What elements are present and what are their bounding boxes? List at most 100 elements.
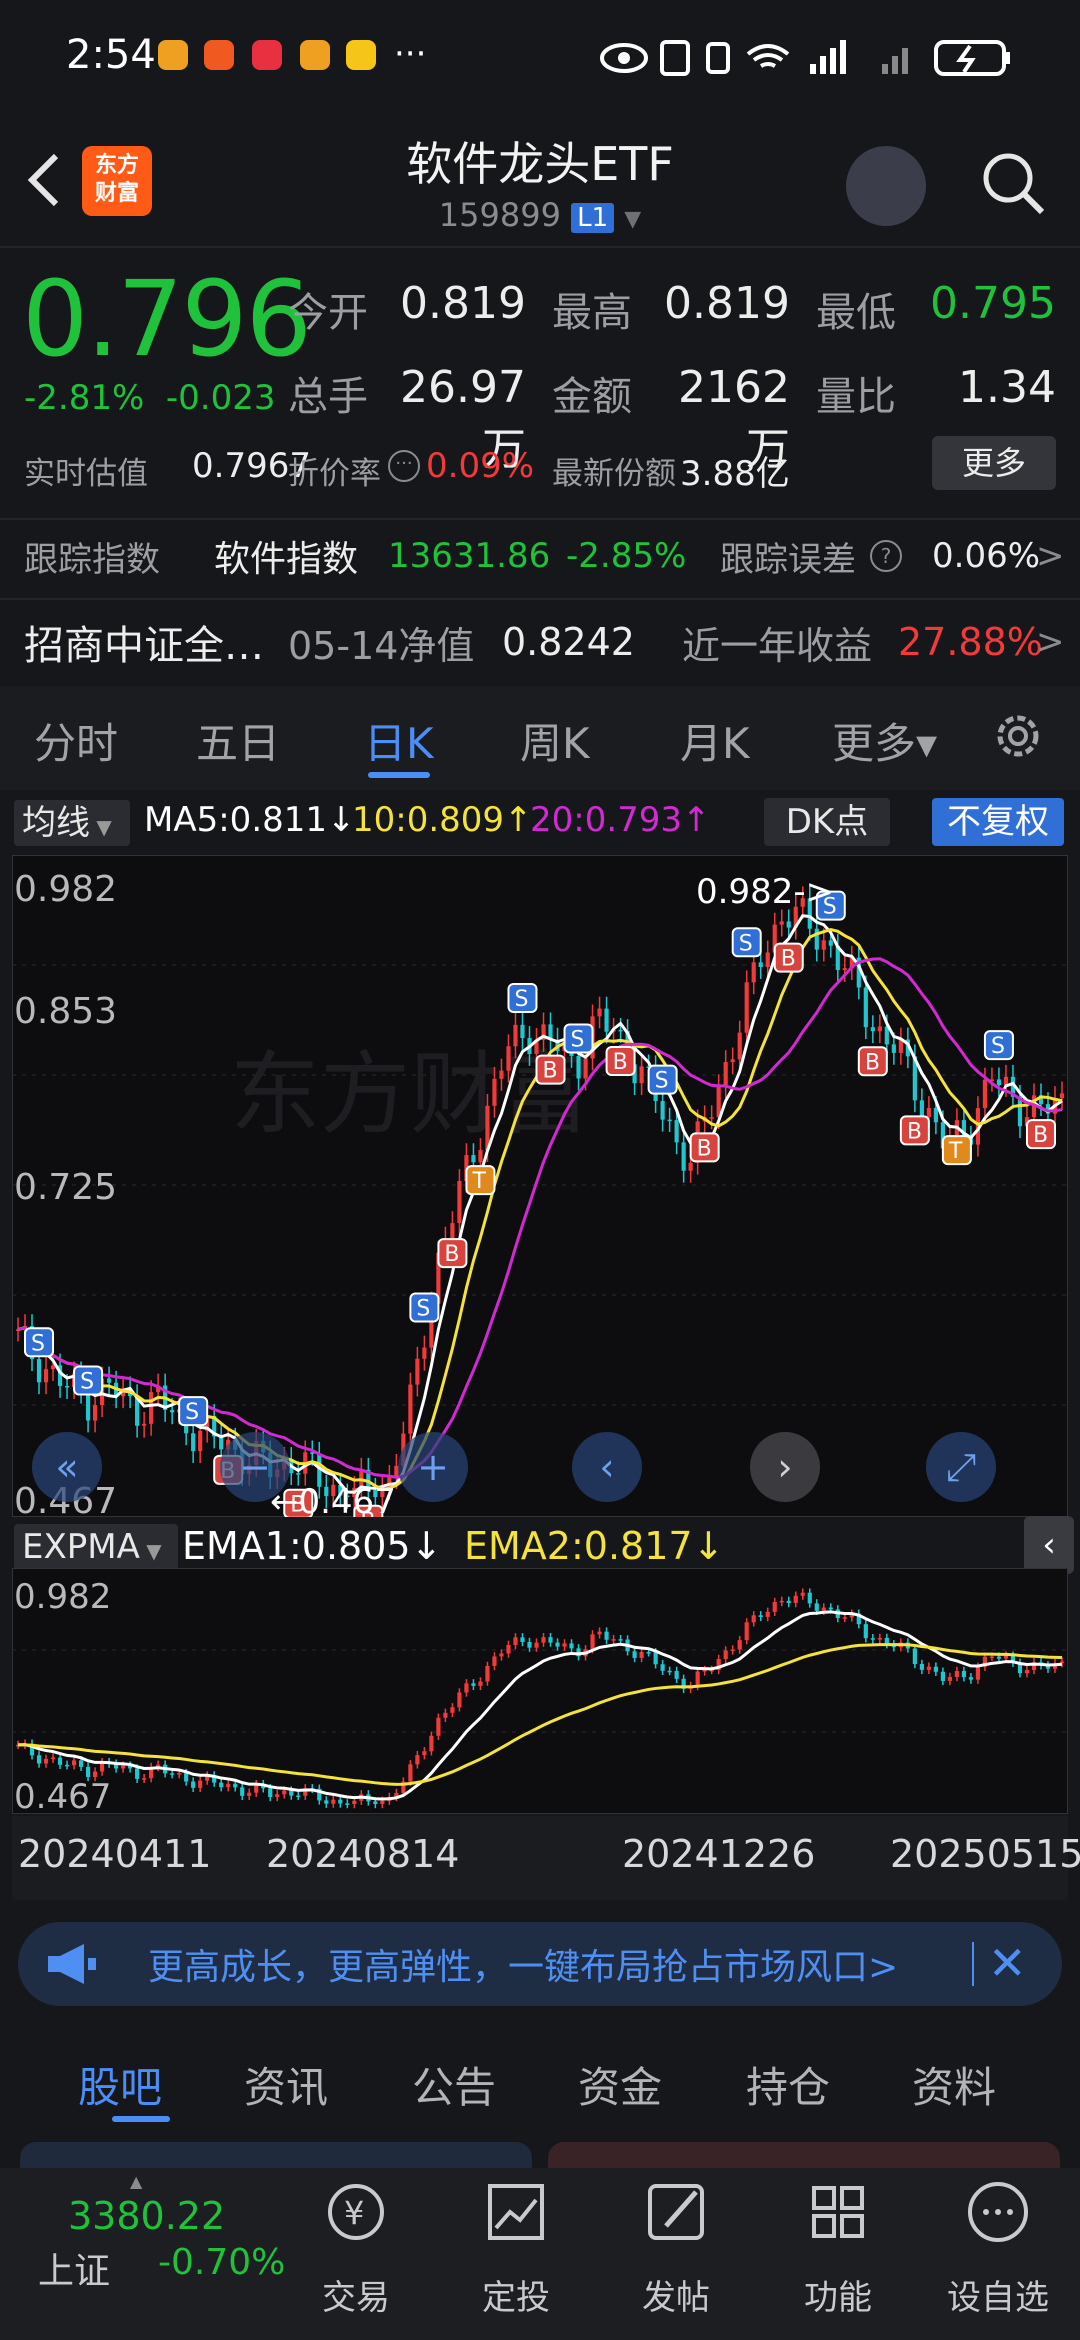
- candle: [50, 1365, 56, 1370]
- candle: [142, 1778, 147, 1780]
- candle: [219, 1436, 224, 1450]
- candle: [828, 940, 833, 946]
- nav-auto-invest[interactable]: 定投: [456, 2270, 576, 2319]
- index-value: 3380.22: [68, 2194, 226, 2238]
- candle: [85, 1766, 91, 1777]
- date-label-4: 20250515: [890, 1832, 1080, 1876]
- candle: [814, 1603, 819, 1611]
- low-value: 0.795: [930, 278, 1056, 329]
- edit-icon[interactable]: [616, 2172, 736, 2252]
- zoom-in-button[interactable]: +: [398, 1432, 468, 1502]
- candle: [632, 1651, 637, 1658]
- tab-news[interactable]: 资讯: [244, 2054, 328, 2115]
- candle: [71, 1760, 77, 1766]
- scroll-right-button[interactable]: ›: [750, 1432, 820, 1502]
- tab-monthly-k[interactable]: 月K: [680, 710, 750, 771]
- dk-point-button[interactable]: DK点: [764, 798, 890, 846]
- candle: [338, 1799, 343, 1804]
- tab-intraday[interactable]: 分时: [34, 710, 118, 771]
- nav-post[interactable]: 发帖: [616, 2270, 736, 2319]
- ma5-value: MA5:0.811↓: [144, 800, 356, 840]
- candle: [653, 1652, 658, 1665]
- indicator-select[interactable]: 均线 ▼: [14, 800, 130, 846]
- close-icon[interactable]: ✕: [988, 1936, 1027, 1990]
- nav-value: 0.8242: [502, 620, 635, 664]
- grid-icon[interactable]: [778, 2172, 898, 2252]
- candle: [478, 1681, 483, 1686]
- search-icon[interactable]: [980, 150, 1046, 216]
- candle: [450, 1223, 455, 1239]
- signal-marker-label: B: [697, 1136, 712, 1161]
- candle: [737, 1640, 742, 1650]
- candle: [618, 1639, 623, 1641]
- candle: [828, 1607, 833, 1610]
- assistant-avatar[interactable]: [846, 146, 926, 226]
- indicator-label: 均线: [22, 803, 90, 843]
- status-time: 2:54: [66, 32, 156, 78]
- fund-row[interactable]: 招商中证全… 05-14净值 0.8242 近一年收益 27.88% >: [0, 612, 1080, 672]
- candle: [506, 1644, 511, 1654]
- index-ticker[interactable]: 3380.22 上证 -0.70%: [0, 2188, 300, 2328]
- tab-five-day[interactable]: 五日: [196, 710, 280, 771]
- candle: [912, 1648, 917, 1665]
- tracking-row[interactable]: 跟踪指数 软件指数 13631.86 -2.85% 跟踪误差 ? 0.06% >: [0, 528, 1080, 584]
- candle: [191, 1781, 196, 1788]
- candle: [92, 1405, 98, 1421]
- scroll-left-fast-button[interactable]: «: [32, 1432, 102, 1502]
- tab-daily-k[interactable]: 日K: [364, 710, 434, 771]
- banner-text[interactable]: 更高成长，更高弹性，一键布局抢占市场风口>: [148, 1938, 898, 1990]
- date-label-2: 20240814: [266, 1832, 460, 1876]
- low-label: 最低: [816, 290, 896, 336]
- gear-icon[interactable]: [990, 708, 1046, 764]
- candle: [975, 1666, 981, 1680]
- signal-marker-label: S: [185, 1400, 199, 1425]
- signal-marker-label: T: [948, 1139, 963, 1164]
- tab-holdings[interactable]: 持仓: [746, 2054, 830, 2115]
- candle: [36, 1359, 42, 1383]
- more-button[interactable]: 更多: [932, 436, 1056, 490]
- candlestick-chart[interactable]: 东方财富 0.982 0.853 0.725 0.467 SSSBBBSBTSB…: [12, 855, 1068, 1517]
- expma-chart[interactable]: 0.982 0.467: [12, 1568, 1068, 1814]
- candle: [891, 1044, 896, 1053]
- nav-trade[interactable]: 交易: [296, 2270, 416, 2319]
- y-axis-tick-2: 0.853: [14, 991, 117, 1032]
- sub-indicator-select[interactable]: EXPMA ▼: [14, 1524, 178, 1570]
- more-circle-icon[interactable]: [938, 2172, 1058, 2252]
- ema-y-max: 0.982: [14, 1577, 111, 1617]
- tab-forum[interactable]: 股吧: [78, 2054, 162, 2115]
- candle: [36, 1755, 42, 1764]
- fullscreen-icon[interactable]: ⤢: [926, 1432, 996, 1502]
- candle: [667, 1670, 672, 1673]
- y-axis-tick-3: 0.725: [14, 1167, 117, 1208]
- scroll-left-button[interactable]: ‹: [572, 1432, 642, 1502]
- info-icon[interactable]: ···: [388, 450, 420, 482]
- candle: [688, 1162, 693, 1171]
- candle: [177, 1773, 182, 1775]
- chevron-right-icon: >: [1036, 536, 1065, 576]
- candle: [555, 1642, 560, 1647]
- tab-weekly-k[interactable]: 周K: [520, 710, 590, 771]
- zoom-out-button[interactable]: −: [220, 1432, 290, 1502]
- nav-functions[interactable]: 功能: [778, 2270, 898, 2319]
- tab-funds-flow[interactable]: 资金: [578, 2054, 662, 2115]
- candle: [961, 1670, 966, 1678]
- candle: [324, 1800, 329, 1804]
- level-badge: L1: [571, 203, 615, 233]
- chevron-down-icon: ▼: [624, 207, 642, 232]
- index-change: -0.70%: [158, 2242, 286, 2283]
- trade-icon[interactable]: ¥: [296, 2172, 416, 2252]
- volume-label: 总手: [288, 374, 368, 420]
- tab-profile[interactable]: 资料: [912, 2054, 996, 2115]
- candle: [331, 1799, 336, 1804]
- candle: [758, 962, 763, 968]
- collapse-button[interactable]: ‹: [1024, 1516, 1074, 1574]
- adjust-mode-button[interactable]: 不复权: [932, 798, 1064, 846]
- tab-more[interactable]: 更多▾: [832, 710, 937, 771]
- help-icon[interactable]: ?: [870, 540, 902, 572]
- nav-add-watchlist[interactable]: 设自选: [938, 2270, 1058, 2319]
- active-bottom-tab-indicator: [112, 2116, 170, 2122]
- candle: [219, 1782, 224, 1788]
- tab-announcements[interactable]: 公告: [412, 2054, 496, 2115]
- chart-icon[interactable]: [456, 2172, 576, 2252]
- candle: [78, 1760, 84, 1767]
